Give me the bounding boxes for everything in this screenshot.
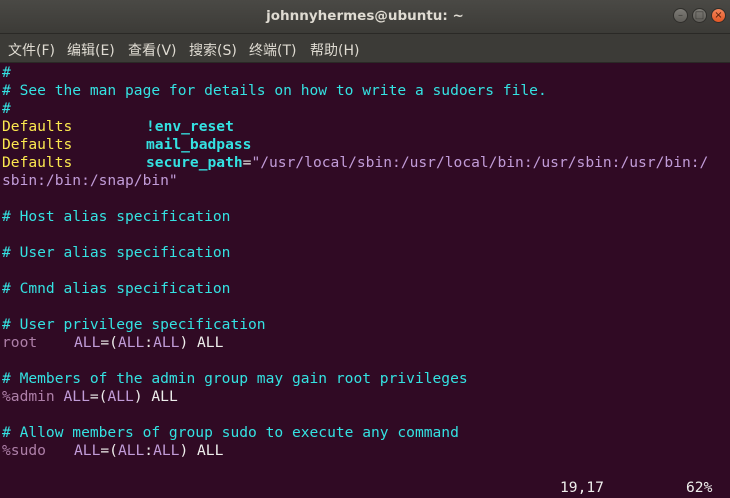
runas-group: ALL [153, 334, 180, 351]
cursor-position: 19,17 [560, 479, 604, 496]
terminal-window: johnnyhermes@ubuntu: ~ – □ × 文件(F) 编辑(E)… [0, 0, 730, 498]
editor-line: # Allow members of group sudo to execute… [2, 424, 459, 441]
host-spec: ALL [74, 334, 101, 351]
punct: =( [100, 334, 118, 351]
editor-line: # Cmnd alias specification [2, 280, 231, 297]
editor-line: Defaults !env_reset [2, 118, 234, 136]
option: mail_badpass [146, 136, 252, 153]
option: secure_path [146, 154, 243, 171]
user-spec: root [2, 334, 38, 351]
editor-line: # Members of the admin group may gain ro… [2, 370, 468, 387]
runas-user: ALL [117, 442, 145, 459]
terminal-content[interactable]: # # See the man page for details on how … [0, 63, 730, 498]
close-icon: × [714, 10, 723, 21]
command-spec: ) ALL [179, 334, 224, 351]
title-bar[interactable]: johnnyhermes@ubuntu: ~ – □ × [0, 0, 730, 34]
menu-file[interactable]: 文件(F) [8, 40, 55, 60]
editor-line: %admin ALL=(ALL) ALL [2, 388, 178, 406]
command-spec: ) ALL [133, 388, 178, 405]
punct: : [144, 442, 154, 459]
editor-line: root ALL=(ALL:ALL) ALL [2, 334, 223, 352]
minimize-icon: – [678, 10, 683, 21]
command-spec: ) ALL [179, 442, 224, 459]
editor-line: Defaults secure_path="/usr/local/sbin:/us… [2, 154, 708, 172]
host-spec: ALL [74, 442, 101, 459]
menu-edit[interactable]: 编辑(E) [67, 40, 115, 60]
editor-line: # See the man page for details on how to… [2, 82, 547, 99]
editor-line: # Host alias specification [2, 208, 231, 225]
close-button[interactable]: × [711, 8, 726, 23]
punct: =( [100, 442, 118, 459]
window-title: johnnyhermes@ubuntu: ~ [266, 8, 464, 24]
punct: : [144, 334, 154, 351]
punct: =( [89, 388, 108, 405]
scroll-percent: 62% [686, 479, 713, 496]
user-spec: %sudo [2, 442, 46, 459]
user-spec: %admin [2, 388, 55, 405]
menu-terminal[interactable]: 终端(T) [249, 40, 296, 60]
minimize-button[interactable]: – [673, 8, 688, 23]
editor-line: # [2, 64, 11, 81]
keyword: Defaults [2, 118, 73, 135]
option: !env_reset [146, 118, 234, 135]
string: "/usr/local/sbin:/usr/local/bin:/usr/sbi… [251, 154, 709, 171]
runas-group: ALL [153, 442, 180, 459]
runas-user: ALL [117, 334, 145, 351]
host-spec: ALL [63, 388, 90, 405]
menu-view[interactable]: 查看(V) [128, 40, 177, 60]
maximize-icon: □ [694, 10, 705, 21]
editor-line: # [2, 100, 11, 117]
editor-line: # User alias specification [2, 244, 231, 261]
menu-help[interactable]: 帮助(H) [310, 40, 359, 60]
menu-search[interactable]: 搜索(S) [189, 40, 237, 60]
editor-line: %sudo ALL=(ALL:ALL) ALL [2, 442, 223, 460]
editor-line: Defaults mail_badpass [2, 136, 251, 154]
maximize-button[interactable]: □ [692, 8, 707, 23]
menu-bar: 文件(F) 编辑(E) 查看(V) 搜索(S) 终端(T) 帮助(H) [0, 34, 730, 63]
runas-user: ALL [107, 388, 134, 405]
keyword: Defaults [2, 136, 73, 153]
editor-line: sbin:/bin:/snap/bin" [2, 172, 178, 189]
keyword: Defaults [2, 154, 73, 171]
editor-line: # User privilege specification [2, 316, 266, 333]
